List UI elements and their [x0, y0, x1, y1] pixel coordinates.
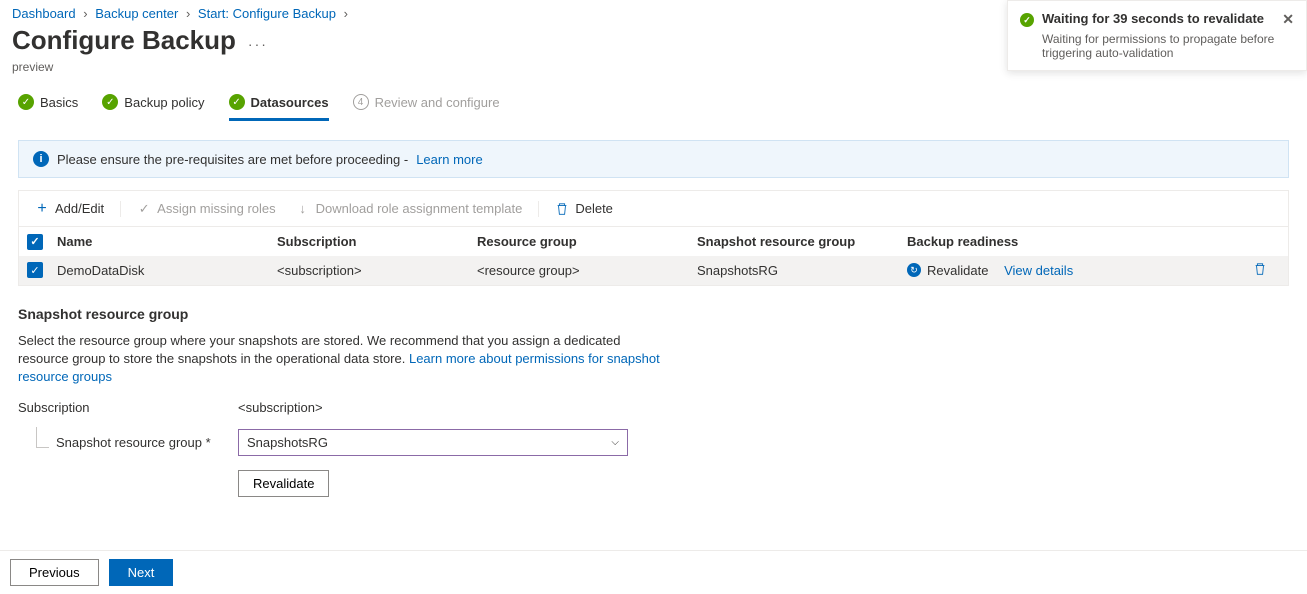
cell-resource-group: <resource group>	[477, 263, 697, 278]
assign-roles-button: ✓ Assign missing roles	[129, 197, 284, 220]
chevron-right-icon: ›	[186, 6, 190, 21]
col-backup-readiness: Backup readiness	[907, 234, 1240, 249]
next-button[interactable]: Next	[109, 559, 174, 586]
view-details-link[interactable]: View details	[1004, 263, 1073, 278]
chevron-down-icon: ⌵	[611, 437, 619, 448]
check-icon: ✓	[137, 202, 151, 216]
step-number-icon: 4	[353, 94, 369, 110]
tab-backup-policy[interactable]: ✓ Backup policy	[102, 94, 204, 121]
trash-icon	[555, 202, 569, 216]
srg-label: Snapshot resource group *	[18, 435, 238, 450]
snapshot-rg-form: Subscription <subscription> Snapshot res…	[0, 386, 1307, 525]
banner-link[interactable]: Learn more	[416, 152, 482, 167]
download-template-button: ↓ Download role assignment template	[288, 197, 531, 220]
breadcrumb-link-start[interactable]: Start: Configure Backup	[198, 6, 336, 21]
subscription-value: <subscription>	[238, 400, 1289, 415]
subscription-label: Subscription	[18, 400, 238, 415]
chevron-right-icon: ›	[83, 6, 87, 21]
table-toolbar: + Add/Edit ✓ Assign missing roles ↓ Down…	[19, 191, 1288, 227]
download-icon: ↓	[296, 202, 310, 216]
cell-name: DemoDataDisk	[57, 263, 277, 278]
col-snapshot-rg: Snapshot resource group	[697, 234, 907, 249]
breadcrumb-link-dashboard[interactable]: Dashboard	[12, 6, 76, 21]
datasources-table: + Add/Edit ✓ Assign missing roles ↓ Down…	[18, 190, 1289, 286]
check-icon: ✓	[229, 94, 245, 110]
check-icon: ✓	[18, 94, 34, 110]
plus-icon: +	[35, 202, 49, 216]
check-icon: ✓	[102, 94, 118, 110]
revalidate-icon: ↻	[907, 263, 921, 277]
delete-button[interactable]: Delete	[547, 197, 621, 220]
row-delete-button[interactable]	[1253, 262, 1267, 279]
section-title: Snapshot resource group	[18, 306, 662, 322]
toast-title: Waiting for 39 seconds to revalidate	[1042, 11, 1264, 26]
step-tabs: ✓ Basics ✓ Backup policy ✓ Datasources 4…	[0, 86, 1307, 122]
srg-select[interactable]: SnapshotsRG ⌵	[238, 429, 628, 456]
table-row[interactable]: ✓ DemoDataDisk <subscription> <resource …	[19, 256, 1288, 285]
col-subscription: Subscription	[277, 234, 477, 249]
tab-review: 4 Review and configure	[353, 94, 500, 121]
revalidate-button[interactable]: Revalidate	[238, 470, 329, 497]
page-title: Configure Backup	[12, 25, 236, 56]
footer: Previous Next	[0, 550, 1307, 594]
cell-snapshot-rg: SnapshotsRG	[697, 263, 907, 278]
snapshot-rg-section: Snapshot resource group Select the resou…	[0, 286, 680, 387]
tab-basics[interactable]: ✓ Basics	[18, 94, 78, 121]
chevron-right-icon: ›	[344, 6, 348, 21]
table-header-row: ✓ Name Subscription Resource group Snaps…	[19, 227, 1288, 256]
breadcrumb-link-backup-center[interactable]: Backup center	[95, 6, 178, 21]
banner-text: Please ensure the pre-requisites are met…	[57, 152, 408, 167]
col-resource-group: Resource group	[477, 234, 697, 249]
toast-body: Waiting for permissions to propagate bef…	[1020, 32, 1294, 60]
col-name: Name	[57, 234, 277, 249]
close-icon[interactable]: ✕	[1282, 11, 1294, 28]
cell-subscription: <subscription>	[277, 263, 477, 278]
success-icon: ✓	[1020, 13, 1034, 27]
previous-button[interactable]: Previous	[10, 559, 99, 586]
row-checkbox[interactable]: ✓	[27, 262, 43, 278]
info-banner: i Please ensure the pre-requisites are m…	[18, 140, 1289, 178]
cell-backup-readiness: ↻ Revalidate View details	[907, 263, 1240, 278]
info-icon: i	[33, 151, 49, 167]
add-edit-button[interactable]: + Add/Edit	[27, 197, 112, 220]
more-button[interactable]: ···	[248, 36, 268, 52]
notification-toast: ✓ Waiting for 39 seconds to revalidate ✕…	[1007, 0, 1307, 71]
select-all-checkbox[interactable]: ✓	[27, 234, 43, 250]
tab-datasources[interactable]: ✓ Datasources	[229, 94, 329, 121]
